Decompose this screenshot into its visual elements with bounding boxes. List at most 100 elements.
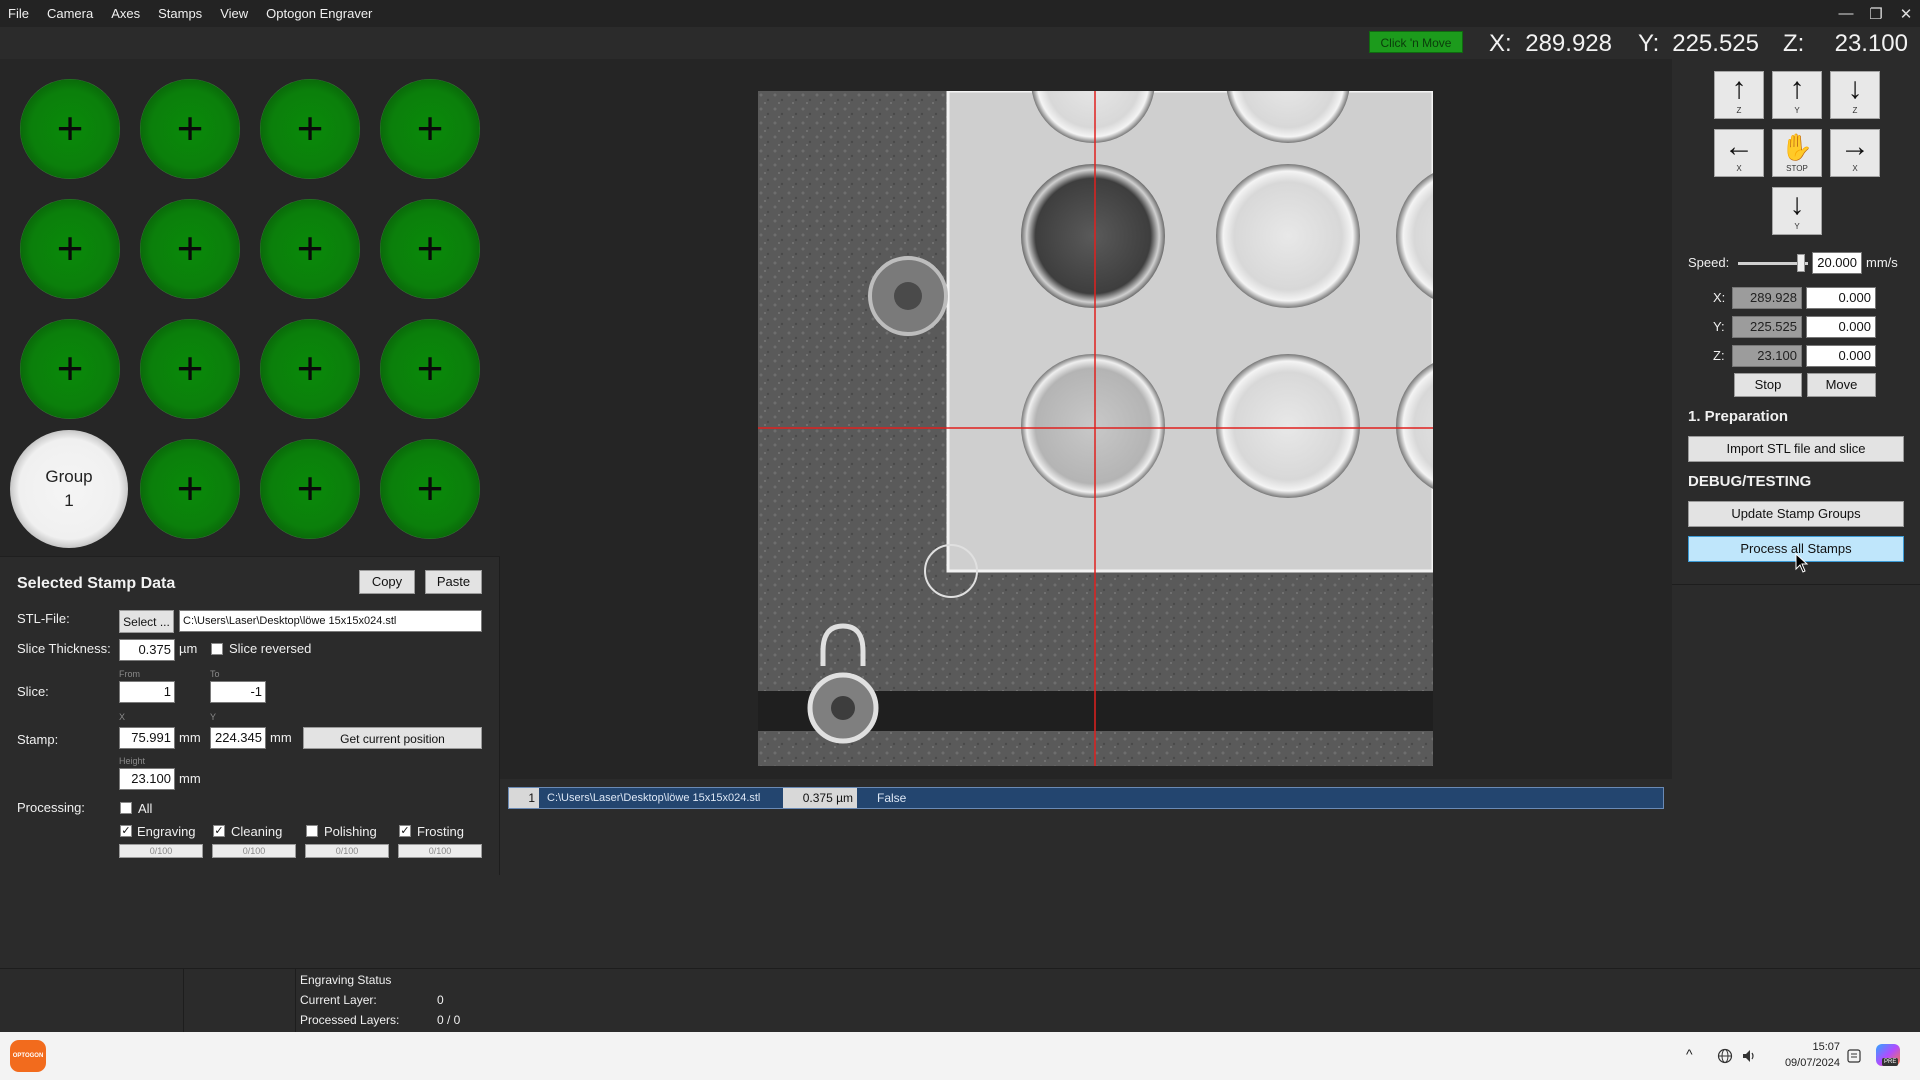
menu-stamps[interactable]: Stamps [149,0,211,27]
menu-bar: File Camera Axes Stamps View Optogon Eng… [0,0,1920,27]
z-target-input[interactable]: 0.000 [1806,345,1876,367]
height-unit: mm [179,771,201,786]
engraving-status-title: Engraving Status [300,973,392,987]
slice-thickness-unit: µm [179,641,198,656]
update-stamp-groups-button[interactable]: Update Stamp Groups [1688,501,1904,527]
get-current-position-button[interactable]: Get current position [303,727,482,749]
click-move-button[interactable]: Click 'n Move [1369,31,1463,53]
y-label: Y: [1713,319,1725,334]
engraving-checkbox[interactable]: ✓ [120,825,132,837]
stamp-slot[interactable]: + [380,79,480,179]
camera-image [758,91,1433,766]
notification-icon[interactable] [1846,1048,1862,1064]
clock-time[interactable]: 15:07 [1786,1041,1840,1053]
y-position-label: Y: [1638,30,1660,57]
maximize-icon[interactable]: ❐ [1868,5,1884,23]
polishing-checkbox[interactable] [306,825,318,837]
move-button[interactable]: Move [1807,373,1876,397]
speed-slider[interactable] [1738,254,1808,272]
slice-from-input[interactable]: 1 [119,681,175,703]
current-layer-value: 0 [437,993,444,1007]
processing-label: Processing: [17,800,85,815]
chevron-up-icon[interactable]: ^ [1686,1046,1693,1062]
import-stl-button[interactable]: Import STL file and slice [1688,436,1904,462]
x-target-input[interactable]: 0.000 [1806,287,1876,309]
stl-path-field[interactable]: C:\Users\Laser\Desktop\löwe 15x15x024.st… [179,610,482,632]
y-down-button[interactable]: ↓ Y [1772,187,1822,235]
arrow-down-icon: ↓ [1789,188,1805,221]
stamp-slot[interactable]: + [20,199,120,299]
speaker-icon[interactable] [1741,1048,1757,1064]
stamp-disk [1021,164,1165,308]
minimize-icon[interactable]: — [1838,5,1854,22]
height-input[interactable]: 23.100 [119,768,175,790]
copilot-icon[interactable]: PRE [1876,1044,1900,1066]
plus-icon: + [416,221,444,274]
slice-to-caption: To [210,669,220,679]
slice-thickness-label: Slice Thickness: [17,641,111,656]
stamp-y-input[interactable]: 224.345 [210,727,266,749]
plus-icon: + [176,101,204,154]
stamp-slot[interactable]: + [20,319,120,419]
select-file-button[interactable]: Select ... [119,610,174,633]
stamp-list-row[interactable]: 1 C:\Users\Laser\Desktop\löwe 15x15x024.… [508,787,1664,809]
globe-icon[interactable] [1717,1048,1733,1064]
stamp-slot[interactable]: + [380,439,480,539]
menu-camera[interactable]: Camera [38,0,102,27]
stop-button[interactable]: Stop [1734,373,1802,397]
plus-icon: + [416,101,444,154]
plus-icon: + [416,341,444,394]
speed-slider-thumb[interactable] [1797,254,1805,272]
frosting-checkbox[interactable]: ✓ [399,825,411,837]
stamp-x-input[interactable]: 75.991 [119,727,175,749]
menu-view[interactable]: View [211,0,257,27]
slice-reversed-checkbox[interactable] [211,643,223,655]
menu-optogon-engraver[interactable]: Optogon Engraver [257,0,381,27]
menu-file[interactable]: File [0,0,38,27]
stop-axes-button[interactable]: ✋ STOP [1772,129,1822,177]
stamp-slot[interactable]: + [140,199,240,299]
plus-icon: + [416,461,444,514]
paste-button[interactable]: Paste [425,570,482,594]
z-up-button[interactable]: ↑ Z [1714,71,1764,119]
y-up-button[interactable]: ↑ Y [1772,71,1822,119]
stamp-slot[interactable]: + [260,79,360,179]
all-checkbox[interactable] [120,802,132,814]
plus-icon: + [296,101,324,154]
slice-from-caption: From [119,669,140,679]
polishing-label: Polishing [324,824,377,839]
optogon-app-icon[interactable]: OPTOGON [10,1040,46,1072]
x-left-button[interactable]: ← X [1714,129,1764,177]
mouse-cursor-icon [1795,553,1809,573]
stamp-slot[interactable]: + [380,319,480,419]
slice-thickness-input[interactable]: 0.375 [119,639,175,661]
cleaning-checkbox[interactable]: ✓ [213,825,225,837]
x-position-value: 289.928 [1525,30,1612,57]
close-icon[interactable]: ✕ [1898,5,1914,23]
stamp-slot[interactable]: + [260,439,360,539]
stamp-group-button[interactable]: Group 1 [10,430,128,548]
camera-view[interactable] [758,91,1433,766]
z-position-label: Z: [1783,30,1805,57]
stamp-slot[interactable]: + [140,439,240,539]
plus-icon: + [296,341,324,394]
x-right-button[interactable]: → X [1830,129,1880,177]
y-target-input[interactable]: 0.000 [1806,316,1876,338]
z-down-button[interactable]: ↓ Z [1830,71,1880,119]
slice-to-input[interactable]: -1 [210,681,266,703]
arrow-right-icon: → [1840,130,1870,163]
stamp-slot[interactable]: + [380,199,480,299]
stamp-slot[interactable]: + [140,319,240,419]
menu-axes[interactable]: Axes [102,0,149,27]
slice-reversed-label: Slice reversed [229,641,312,656]
copy-button[interactable]: Copy [359,570,415,594]
clock-date[interactable]: 09/07/2024 [1772,1057,1840,1069]
selected-stamp-data-panel: Selected Stamp Data Copy Paste STL-File:… [0,559,500,875]
stamp-slot[interactable]: + [20,79,120,179]
stamp-slot[interactable]: + [260,319,360,419]
stamp-slot[interactable]: + [260,199,360,299]
speed-input[interactable]: 20.000 [1812,252,1862,274]
stamp-slot[interactable]: + [140,79,240,179]
group-label: Group [45,467,93,486]
stamp-y-unit: mm [270,730,292,745]
